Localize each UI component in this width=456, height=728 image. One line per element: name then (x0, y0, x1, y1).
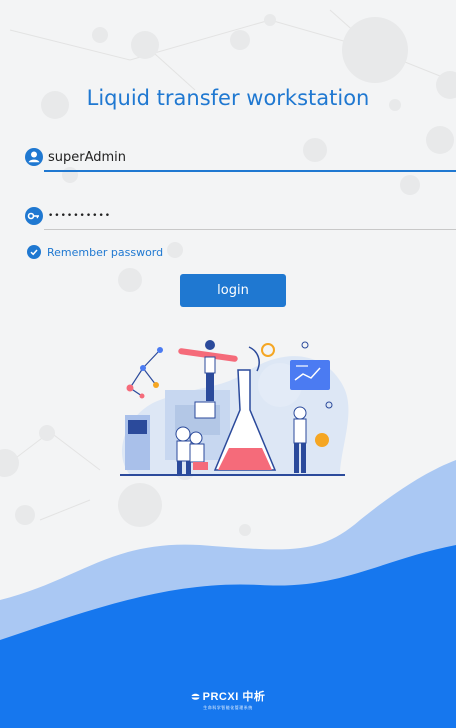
password-input[interactable] (48, 204, 440, 228)
login-button[interactable]: login (180, 274, 286, 307)
brand-logo: PRCXI 中析 生命科学智能化管理系统 (0, 688, 456, 711)
user-icon (25, 148, 43, 166)
remember-password-label: Remember password (47, 245, 164, 259)
check-icon (27, 245, 41, 259)
prcxi-logo-icon (191, 693, 200, 700)
key-icon (25, 207, 43, 225)
username-input[interactable] (48, 145, 440, 169)
brand-tagline: 生命科学智能化管理系统 (203, 705, 253, 710)
password-field[interactable] (24, 204, 456, 230)
remember-password-checkbox[interactable]: Remember password (27, 243, 163, 261)
password-underline (44, 229, 456, 230)
page-title: Liquid transfer workstation (86, 86, 370, 110)
lab-illustration (120, 340, 349, 476)
brand-name: PRCXI 中析 (202, 691, 266, 703)
username-underline (44, 170, 456, 172)
username-field[interactable] (24, 145, 456, 172)
